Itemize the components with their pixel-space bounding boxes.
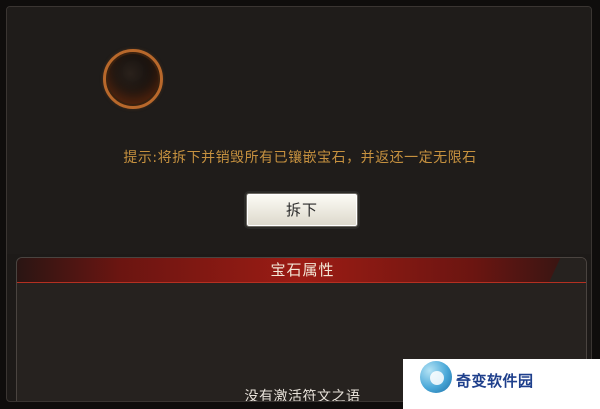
gem-removal-dialog: 提示:将拆下并销毁所有已镶嵌宝石，并返还一定无限石 拆下 宝石属性 没有激活符文…: [6, 6, 592, 402]
gem-attributes-header: 宝石属性: [17, 258, 586, 283]
watermark-text: 奇变软件园: [456, 372, 534, 390]
removal-tip: 提示:将拆下并销毁所有已镶嵌宝石，并返还一定无限石: [123, 150, 477, 166]
gem-attributes-title: 宝石属性: [270, 261, 335, 279]
socket-panel: 提示:将拆下并销毁所有已镶嵌宝石，并返还一定无限石 拆下: [7, 7, 591, 254]
gem-socket[interactable]: [103, 49, 163, 109]
watermark-logo-highlight: [430, 371, 444, 385]
remove-button[interactable]: 拆下: [246, 193, 358, 227]
